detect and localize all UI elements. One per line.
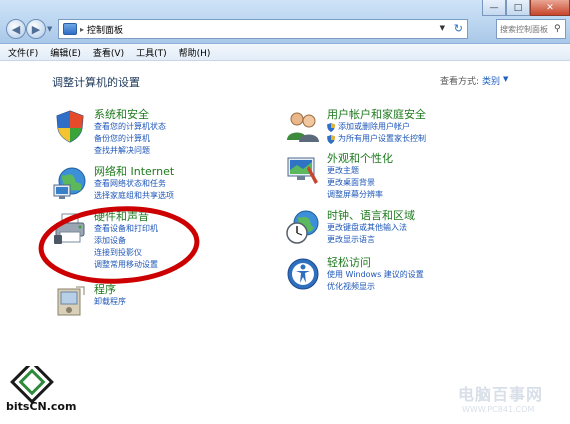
link-windows-recommended-settings[interactable]: 使用 Windows 建议的设置: [327, 269, 517, 281]
search-input[interactable]: [500, 24, 554, 34]
address-dropdown-icon[interactable]: ▼: [440, 24, 445, 32]
window-titlebar: ◀ ▶ ▼ ▸ 控制面板 ▼ ↻ ⚲ — □ ✕: [0, 0, 570, 44]
bitscn-logo: [10, 366, 54, 404]
search-icon[interactable]: ⚲: [554, 24, 561, 34]
menu-tools[interactable]: 工具(T): [136, 46, 167, 59]
back-button[interactable]: ◀: [6, 19, 26, 39]
watermark-pc841-url: WWW.PC841.COM: [462, 405, 535, 414]
link-change-keyboard-input[interactable]: 更改键盘或其他输入法: [327, 222, 517, 234]
menu-file[interactable]: 文件(F): [8, 46, 38, 59]
arrow-right-icon: ▶: [31, 22, 41, 36]
breadcrumb-control-panel[interactable]: 控制面板: [87, 23, 123, 36]
link-optimize-visual-display[interactable]: 优化视频显示: [327, 281, 517, 293]
watermark-bitscn: bitsCN.com: [6, 400, 77, 413]
link-change-theme[interactable]: 更改主题: [327, 165, 517, 177]
category-title[interactable]: 用户帐户和家庭安全: [327, 108, 517, 121]
close-button[interactable]: ✕: [530, 0, 570, 16]
category-title[interactable]: 网络和 Internet: [94, 165, 284, 178]
view-by-dropdown[interactable]: 类别: [482, 74, 500, 87]
refresh-icon[interactable]: ↻: [454, 22, 463, 35]
address-bar[interactable]: ▸ 控制面板 ▼ ↻: [58, 19, 468, 39]
accessibility-icon[interactable]: [285, 256, 321, 292]
search-box[interactable]: ⚲: [496, 19, 566, 39]
link-parental-controls[interactable]: 为所有用户设置家长控制: [327, 133, 517, 145]
network-icon[interactable]: [52, 165, 88, 201]
programs-icon[interactable]: [52, 283, 88, 319]
shield-icon[interactable]: [52, 108, 88, 144]
menu-help[interactable]: 帮助(H): [179, 46, 211, 59]
control-panel-icon: [63, 23, 77, 35]
recent-pages-dropdown[interactable]: ▼: [47, 25, 55, 33]
highlight-ellipse: [38, 206, 200, 284]
link-text[interactable]: 为所有用户设置家长控制: [338, 133, 426, 145]
link-uninstall-program[interactable]: 卸载程序: [94, 296, 284, 308]
link-change-display-language[interactable]: 更改显示语言: [327, 234, 517, 246]
link-add-remove-accounts[interactable]: 添加或删除用户帐户: [327, 121, 517, 133]
category-title[interactable]: 外观和个性化: [327, 152, 517, 165]
minimize-button[interactable]: —: [482, 0, 506, 16]
control-panel-content: 调整计算机的设置 查看方式: 类别 ▼ 系统和安全 查看您的计算机状态 备份您的…: [0, 61, 570, 424]
window-controls: — □ ✕: [482, 0, 570, 16]
link-change-desktop-background[interactable]: 更改桌面背景: [327, 177, 517, 189]
menu-bar: 文件(F) 编辑(E) 查看(V) 工具(T) 帮助(H): [0, 44, 570, 61]
category-title[interactable]: 系统和安全: [94, 108, 284, 121]
users-icon[interactable]: [285, 108, 321, 144]
link-view-network-status[interactable]: 查看网络状态和任务: [94, 178, 284, 190]
uac-shield-icon: [327, 134, 335, 144]
view-by-label: 查看方式:: [440, 77, 480, 87]
forward-button[interactable]: ▶: [26, 19, 46, 39]
watermark-pc841-title: 电脑百事网: [458, 385, 544, 404]
category-title[interactable]: 时钟、语言和区域: [327, 209, 517, 222]
view-by-caret-icon[interactable]: ▼: [503, 75, 508, 83]
link-homegroup-sharing[interactable]: 选择家庭组和共享选项: [94, 190, 284, 202]
uac-shield-icon: [327, 122, 335, 132]
page-title: 调整计算机的设置: [52, 76, 140, 89]
link-backup-computer[interactable]: 备份您的计算机: [94, 133, 284, 145]
category-title[interactable]: 轻松访问: [327, 256, 517, 269]
arrow-left-icon: ◀: [11, 22, 21, 36]
clock-globe-icon[interactable]: [285, 209, 321, 245]
menu-view[interactable]: 查看(V): [93, 46, 124, 59]
maximize-button[interactable]: □: [506, 0, 530, 16]
menu-edit[interactable]: 编辑(E): [50, 46, 81, 59]
link-screen-resolution[interactable]: 调整屏幕分辨率: [327, 189, 517, 201]
appearance-icon[interactable]: [285, 152, 321, 188]
breadcrumb-separator-icon[interactable]: ▸: [80, 25, 84, 34]
link-view-computer-status[interactable]: 查看您的计算机状态: [94, 121, 284, 133]
link-text[interactable]: 添加或删除用户帐户: [338, 121, 410, 133]
link-troubleshoot[interactable]: 查找并解决问题: [94, 145, 284, 157]
